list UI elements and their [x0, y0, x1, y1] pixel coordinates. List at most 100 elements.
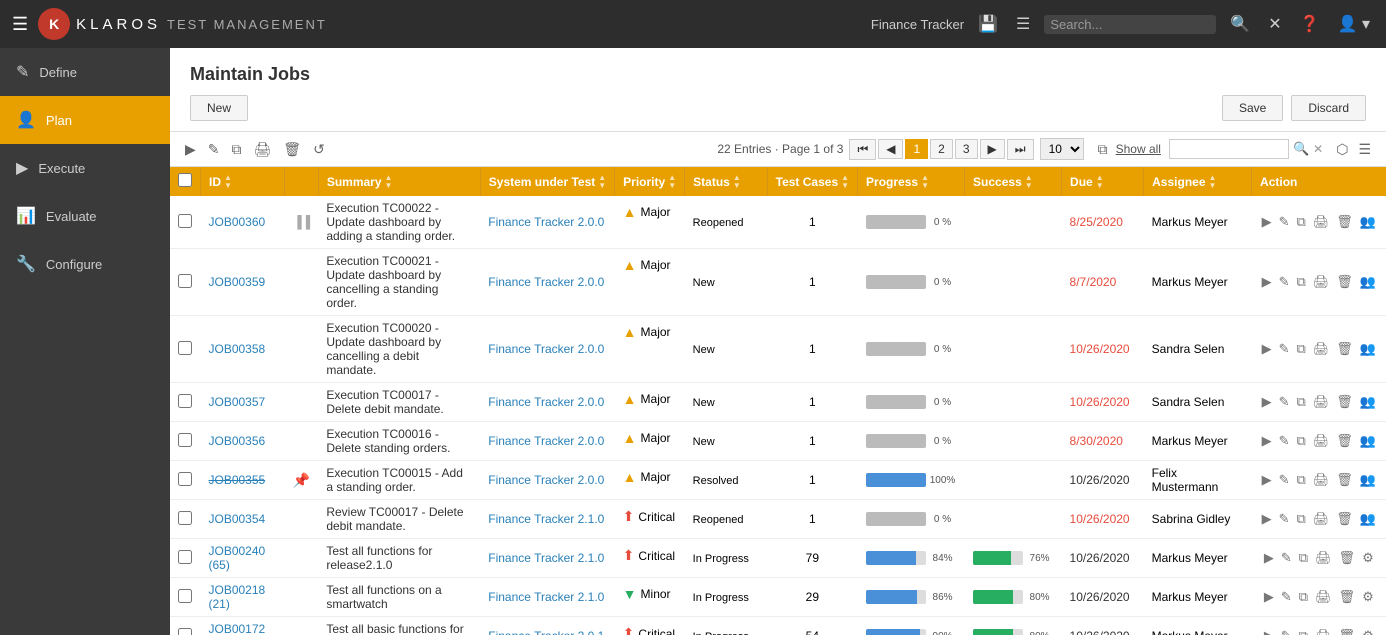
edit-row-icon[interactable]: ✎ [1277, 213, 1292, 231]
copy-row-icon[interactable]: ⧉ [1297, 627, 1310, 635]
search-clear-icon[interactable]: ✕ [1264, 12, 1285, 36]
job-link[interactable]: JOB00360 [209, 215, 266, 229]
page-1-button[interactable]: 1 [905, 139, 928, 159]
th-due[interactable]: Due ▲▼ [1062, 167, 1144, 196]
system-link[interactable]: Finance Tracker 2.0.0 [488, 275, 604, 289]
th-priority[interactable]: Priority ▲▼ [615, 167, 685, 196]
run-icon[interactable]: ▶ [1260, 340, 1274, 358]
assign-row-icon[interactable]: 👥 [1358, 213, 1378, 231]
run-icon[interactable]: ▶ [1262, 627, 1276, 635]
copy-row-icon[interactable]: ⧉ [1294, 340, 1307, 358]
job-link[interactable]: JOB00359 [209, 275, 266, 289]
delete-row-icon[interactable]: 🗑 [1334, 213, 1355, 231]
system-link[interactable]: Finance Tracker 2.0.0 [488, 342, 604, 356]
row-checkbox[interactable] [178, 394, 192, 408]
edit-row-icon[interactable]: ✎ [1277, 273, 1292, 291]
copy-row-icon[interactable]: ⧉ [1294, 471, 1307, 489]
edit-row-icon[interactable]: ✎ [1277, 393, 1292, 411]
prev-page-button[interactable]: ◀ [878, 139, 903, 159]
filter-clear-icon[interactable]: ✕ [1313, 142, 1323, 156]
sidebar-item-plan[interactable]: 👤 Plan [0, 96, 170, 144]
print-row-icon[interactable]: 🖨 [1311, 213, 1332, 231]
discard-button[interactable]: Discard [1291, 95, 1366, 121]
sidebar-item-execute[interactable]: ▶ Execute [0, 144, 170, 192]
expand-all-icon[interactable]: ▶ [182, 139, 199, 160]
copy-row-icon[interactable]: ⧉ [1297, 549, 1310, 567]
edit-row-icon[interactable]: ✎ [1277, 432, 1292, 450]
delete-row-icon[interactable]: 🗑 [1334, 273, 1355, 291]
refresh-icon[interactable]: ↺ [310, 139, 328, 160]
page-2-button[interactable]: 2 [930, 139, 953, 159]
job-link[interactable]: JOB00356 [209, 434, 266, 448]
row-checkbox[interactable] [178, 472, 192, 486]
copy-row-icon[interactable]: ⧉ [1294, 393, 1307, 411]
sidebar-item-configure[interactable]: 🔧 Configure [0, 240, 170, 288]
delete-row-icon[interactable]: 🗑 [1337, 588, 1358, 606]
job-link[interactable]: JOB00172 (43) [209, 622, 266, 635]
row-checkbox[interactable] [178, 550, 192, 564]
gear-row-icon[interactable]: ⚙ [1360, 549, 1376, 567]
gear-row-icon[interactable]: ⚙ [1360, 627, 1376, 635]
copy-icon[interactable]: ⧉ [229, 139, 245, 160]
assign-row-icon[interactable]: 👥 [1358, 393, 1378, 411]
th-test-cases[interactable]: Test Cases ▲▼ [767, 167, 857, 196]
print-icon[interactable]: 🖨 [251, 139, 275, 160]
system-link[interactable]: Finance Tracker 2.0.1 [488, 629, 604, 635]
columns-icon[interactable]: ☰ [1355, 139, 1374, 160]
row-checkbox[interactable] [178, 214, 192, 228]
edit-row-icon[interactable]: ✎ [1277, 471, 1292, 489]
delete-row-icon[interactable]: 🗑 [1334, 432, 1355, 450]
th-summary[interactable]: Summary ▲▼ [318, 167, 480, 196]
edit-row-icon[interactable]: ✎ [1279, 549, 1294, 567]
copy-row-icon[interactable]: ⧉ [1294, 273, 1307, 291]
filter-icon[interactable]: ⧉ [1098, 141, 1108, 158]
job-link[interactable]: JOB00240 (65) [209, 544, 266, 572]
run-icon[interactable]: ▶ [1260, 510, 1274, 528]
copy-row-icon[interactable]: ⧉ [1294, 510, 1307, 528]
assign-row-icon[interactable]: 👥 [1358, 471, 1378, 489]
row-checkbox[interactable] [178, 589, 192, 603]
delete-row-icon[interactable]: 🗑 [1337, 549, 1358, 567]
system-link[interactable]: Finance Tracker 2.1.0 [488, 551, 604, 565]
edit-row-icon[interactable]: ✎ [1279, 627, 1294, 635]
run-icon[interactable]: ▶ [1260, 273, 1274, 291]
row-checkbox[interactable] [178, 433, 192, 447]
run-icon[interactable]: ▶ [1260, 432, 1274, 450]
run-icon[interactable]: ▶ [1260, 213, 1274, 231]
th-id[interactable]: ID ▲▼ [201, 167, 285, 196]
page-size-select[interactable]: 10 25 50 [1040, 138, 1084, 160]
user-menu-icon[interactable]: 👤 ▾ [1334, 12, 1374, 36]
job-link[interactable]: JOB00358 [209, 342, 266, 356]
row-checkbox[interactable] [178, 274, 192, 288]
assign-row-icon[interactable]: 👥 [1358, 340, 1378, 358]
th-status[interactable]: Status ▲▼ [685, 167, 767, 196]
select-all-checkbox[interactable] [178, 173, 192, 187]
system-link[interactable]: Finance Tracker 2.0.0 [488, 473, 604, 487]
page-3-button[interactable]: 3 [955, 139, 978, 159]
filter-search-icon[interactable]: 🔍 [1293, 141, 1309, 157]
print-row-icon[interactable]: 🖨 [1311, 510, 1332, 528]
row-checkbox[interactable] [178, 511, 192, 525]
edit-row-icon[interactable]: ✎ [1277, 510, 1292, 528]
print-row-icon[interactable]: 🖨 [1311, 273, 1332, 291]
delete-row-icon[interactable]: 🗑 [1334, 471, 1355, 489]
row-checkbox[interactable] [178, 341, 192, 355]
print-row-icon[interactable]: 🖨 [1311, 340, 1332, 358]
assign-row-icon[interactable]: 👥 [1358, 510, 1378, 528]
copy-row-icon[interactable]: ⧉ [1294, 213, 1307, 231]
first-page-button[interactable]: ⏮ [849, 139, 876, 160]
th-progress[interactable]: Progress ▲▼ [858, 167, 965, 196]
system-link[interactable]: Finance Tracker 2.0.0 [488, 434, 604, 448]
edit-row-icon[interactable]: ✎ [1279, 588, 1294, 606]
gear-row-icon[interactable]: ⚙ [1360, 588, 1376, 606]
row-checkbox[interactable] [178, 628, 192, 635]
job-link[interactable]: JOB00218 (21) [209, 583, 266, 611]
sidebar-item-define[interactable]: ✎ Define [0, 48, 170, 96]
search-input[interactable] [1050, 17, 1210, 32]
export-icon[interactable]: ⬡ [1333, 139, 1351, 160]
search-button[interactable]: 🔍 [1226, 12, 1254, 36]
show-all-button[interactable]: Show all [1112, 142, 1165, 156]
run-icon[interactable]: ▶ [1262, 588, 1276, 606]
system-link[interactable]: Finance Tracker 2.1.0 [488, 590, 604, 604]
project-save-icon[interactable]: 💾 [974, 12, 1002, 36]
